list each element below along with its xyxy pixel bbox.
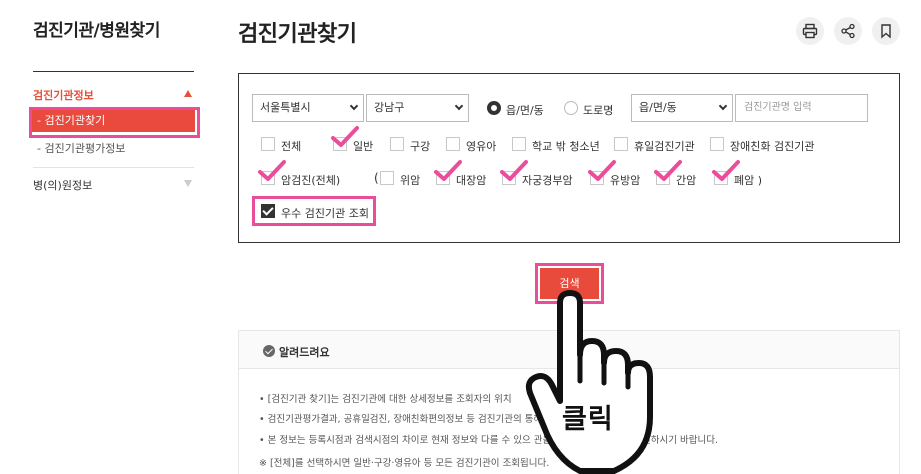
sidebar-section-label: 병(의)원정보 (33, 179, 93, 192)
checkbox-excellent[interactable] (261, 204, 275, 218)
sidebar-item-evaluation[interactable]: - 검진기관평가정보 (37, 140, 125, 156)
select-value: 서울특별시 (260, 101, 311, 114)
sidebar-item-label: 검진기관찾기 (44, 114, 106, 127)
town-select[interactable]: 읍/면/동 (631, 94, 733, 122)
radio-road[interactable] (564, 101, 578, 115)
bookmark-button[interactable] (872, 17, 900, 45)
checkbox-label: 구강 (410, 140, 431, 153)
sidebar-section-checkup-info[interactable]: 검진기관정보 (33, 87, 194, 103)
pink-check-icon (258, 160, 286, 181)
chevron-down-icon (349, 101, 359, 111)
pink-check-icon (588, 160, 616, 181)
share-icon (841, 23, 855, 39)
checkbox-all[interactable] (261, 137, 275, 151)
sidebar-section-label: 검진기관정보 (33, 89, 94, 102)
notice-title: 알려드려요 (279, 346, 330, 359)
checkbox-dental[interactable] (390, 137, 404, 151)
open-paren: ( (374, 171, 379, 185)
chevron-down-icon (718, 101, 728, 111)
checkbox-label: 전체 (281, 140, 302, 153)
print-icon (802, 23, 818, 39)
checkbox-disability[interactable] (710, 137, 724, 151)
pointing-hand-icon (525, 290, 653, 474)
input-placeholder: 검진기관명 입력 (744, 102, 812, 113)
checkbox-label: 장애친화 검진기관 (730, 140, 815, 153)
select-value: 읍/면/동 (639, 101, 677, 114)
checkup-name-input[interactable]: 검진기관명 입력 (735, 94, 868, 122)
checkbox-label: 휴일검진기관 (634, 140, 695, 153)
sidebar-item-label: 검진기관평가정보 (44, 142, 126, 155)
checkbox-holiday[interactable] (614, 137, 628, 151)
radio-label: 도로명 (583, 104, 614, 117)
pink-check-icon (331, 126, 359, 147)
click-label: 클릭 (562, 404, 614, 435)
sidebar-title: 검진기관/병원찾기 (33, 21, 160, 41)
triangle-up-icon (184, 90, 192, 97)
page-title: 검진기관찾기 (238, 22, 357, 47)
checkbox-label: 위암 (400, 174, 421, 187)
pink-check-icon (712, 160, 740, 181)
checkbox-label: 암검진(전체) (281, 174, 341, 187)
share-button[interactable] (834, 17, 862, 45)
triangle-down-icon (184, 180, 192, 187)
checkbox-label: 우수 검진기관 조회 (281, 207, 369, 220)
bookmark-icon (881, 24, 891, 39)
checkbox-label: 학교 밖 청소년 (532, 140, 600, 153)
pink-check-icon (434, 160, 462, 181)
checkbox-stomach[interactable] (380, 171, 394, 185)
pink-check-icon (654, 160, 682, 181)
region-select[interactable]: 서울특별시 (252, 94, 364, 122)
notice-line: ※ [전체]를 선택하시면 일반·구강·영유아 등 모든 검진기관이 조회됩니다… (259, 458, 550, 469)
sidebar-divider (33, 71, 194, 72)
sidebar-item-find-checkup[interactable]: - 검진기관찾기 (32, 110, 195, 132)
pink-check-icon (500, 160, 528, 181)
sidebar-section-hospital-info[interactable]: 병(의)원정보 (33, 177, 194, 193)
district-select[interactable]: 강남구 (366, 94, 469, 122)
checkbox-youth[interactable] (512, 137, 526, 151)
checkbox-label: 자궁경부암 (522, 174, 573, 187)
check-circle-icon (263, 345, 275, 357)
notice-line: • [검진기관 찾기]는 검진기관에 대한 상세정보를 조회자의 위치 (259, 394, 512, 405)
sidebar-divider (33, 167, 194, 168)
checkbox-label: 영유아 (466, 140, 497, 153)
radio-label: 읍/면/동 (506, 104, 544, 117)
print-button[interactable] (796, 17, 824, 45)
chevron-down-icon (454, 101, 464, 111)
radio-town[interactable] (487, 101, 501, 115)
checkbox-infant[interactable] (446, 137, 460, 151)
select-value: 강남구 (374, 101, 405, 114)
